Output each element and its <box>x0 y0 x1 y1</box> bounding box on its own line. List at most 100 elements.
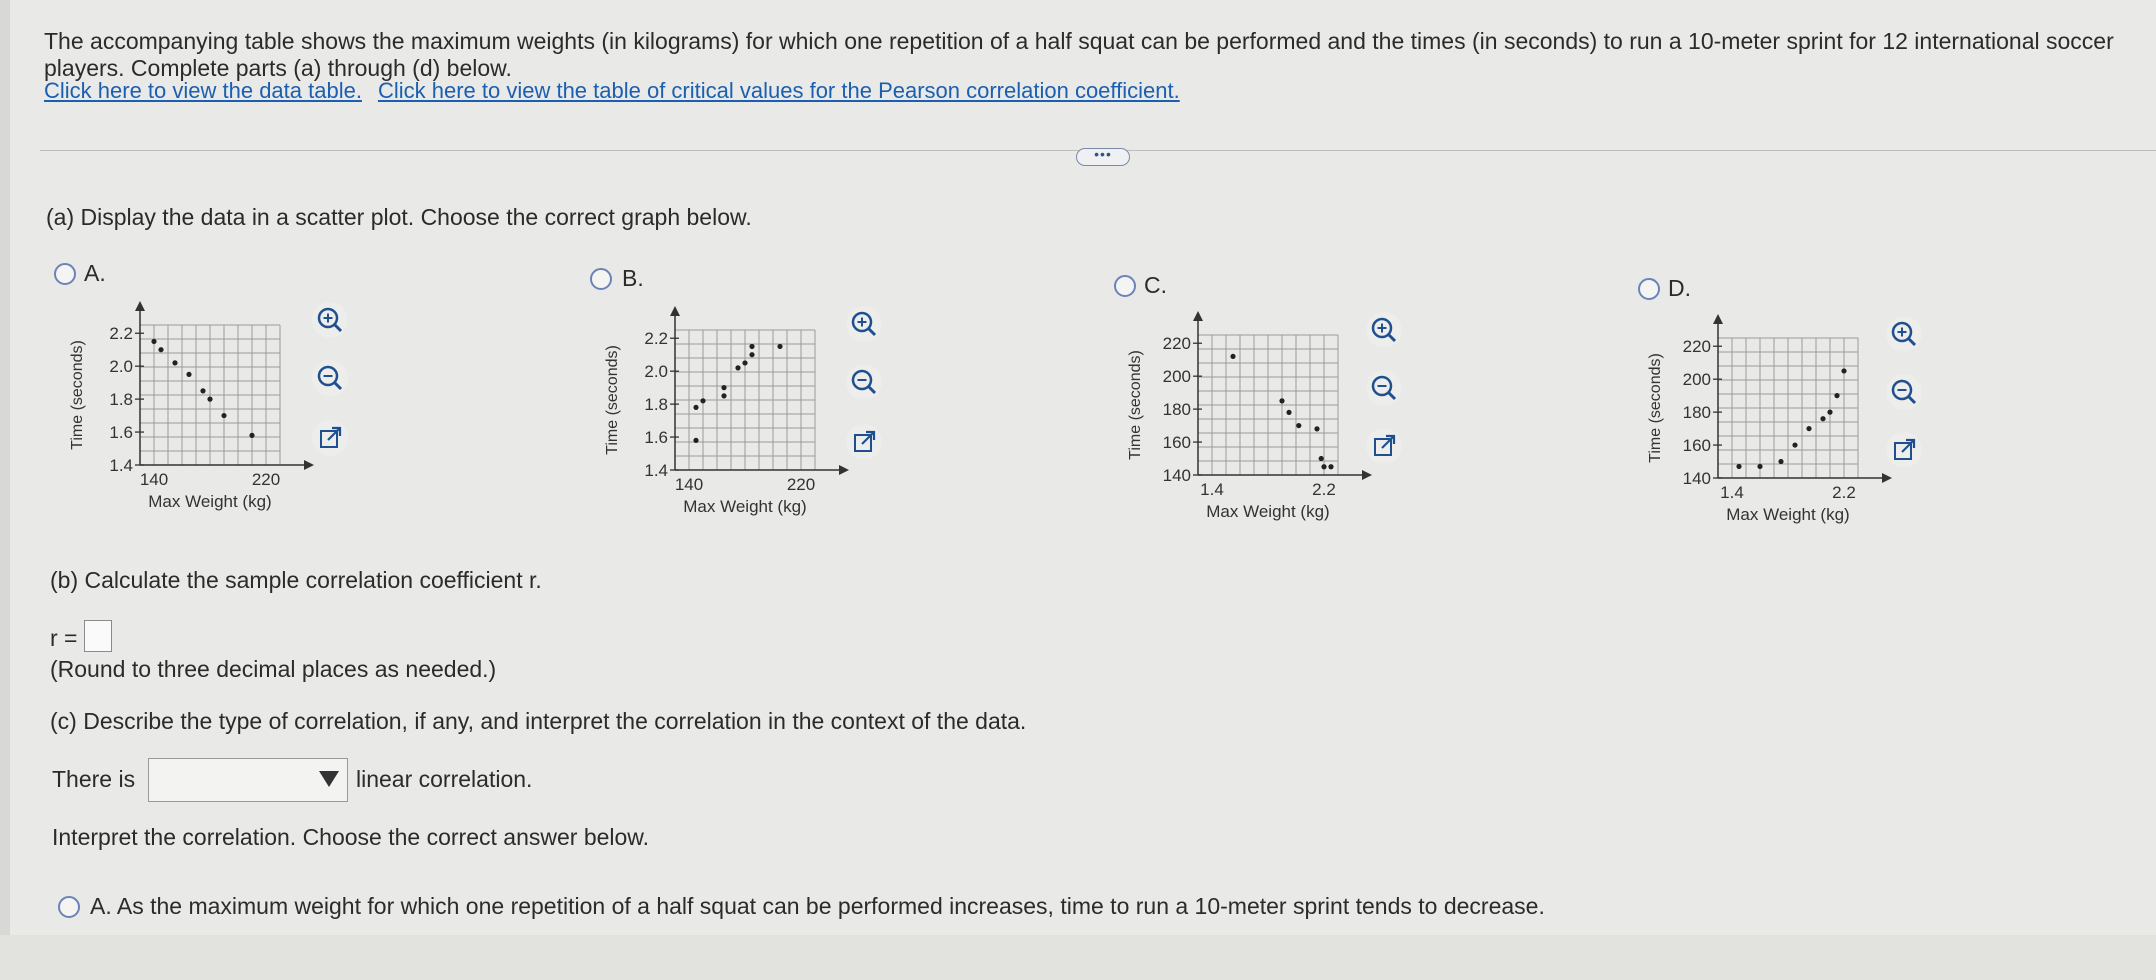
dropdown-arrow-icon <box>319 771 339 787</box>
expand-ellipsis-button[interactable]: ••• <box>1076 147 1130 166</box>
zoom-out-icon <box>1371 375 1397 401</box>
x-axis-label: Max Weight (kg) <box>683 497 806 516</box>
data-point <box>158 347 164 353</box>
option-d-scatter-plot: 140 160 180 200 220 1.4 2.2 Max Weight (kg) Time… <box>1647 314 1892 524</box>
question-links: Click here to view the data table. Click … <box>44 78 1196 104</box>
x-tick-label: 220 <box>252 470 280 489</box>
option-b-popout-button[interactable] <box>846 424 882 460</box>
interpret-option-a-text[interactable]: A. As the maximum weight for which one r… <box>90 893 1545 920</box>
option-a-zoom-out-button[interactable] <box>312 360 348 396</box>
y-tick-label: 1.6 <box>109 423 133 442</box>
y-axis-arrow <box>135 301 145 311</box>
x-axis-arrow <box>304 460 314 470</box>
data-point <box>1279 398 1285 404</box>
option-c-label: C. <box>1144 272 1167 298</box>
y-axis-arrow <box>1713 314 1723 324</box>
external-link-icon <box>1374 434 1396 456</box>
option-d-zoom-out-button[interactable] <box>1886 374 1922 410</box>
y-tick-label: 180 <box>1683 403 1711 422</box>
x-tick-label: 2.2 <box>1832 483 1856 502</box>
data-point <box>749 352 755 358</box>
zoom-in-icon <box>1371 317 1397 343</box>
zoom-out-icon <box>1891 379 1917 405</box>
option-c-scatter-plot: 140 160 180 200 220 1.4 2.2 Max Weight (kg) Time… <box>1127 311 1372 521</box>
option-b-zoom-in-button[interactable] <box>846 306 882 342</box>
option-a-scatter-plot: 1.4 1.6 1.8 2.0 2.2 140 220 Max Weight (kg) Time… <box>69 301 314 511</box>
x-axis-label: Max Weight (kg) <box>1726 505 1849 524</box>
y-tick-label: 2.2 <box>644 329 668 348</box>
y-tick-label: 140 <box>1163 466 1191 485</box>
option-c-zoom-out-button[interactable] <box>1366 370 1402 406</box>
data-point <box>151 338 157 345</box>
y-tick-label: 1.4 <box>109 456 133 475</box>
r-answer-input[interactable] <box>84 620 112 652</box>
data-point <box>1230 353 1236 360</box>
external-link-icon <box>320 426 342 448</box>
x-axis-arrow <box>839 465 849 475</box>
view-data-table-link[interactable]: Click here to view the data table. <box>44 78 362 103</box>
data-point <box>249 432 255 438</box>
correlation-type-dropdown[interactable] <box>148 758 348 802</box>
y-axis-label: Time (seconds) <box>1127 350 1144 460</box>
y-axis-label: Time (seconds) <box>604 345 621 455</box>
y-tick-label: 160 <box>1683 436 1711 455</box>
question-text: The accompanying table shows the maximum… <box>44 28 2114 81</box>
data-point <box>1286 409 1292 416</box>
part-a-prompt: (a) Display the data in a scatter plot. … <box>46 204 752 230</box>
data-point <box>749 343 755 350</box>
linear-correlation-label: linear correlation. <box>356 766 533 792</box>
x-axis-label: Max Weight (kg) <box>1206 502 1329 521</box>
data-point <box>1841 368 1847 374</box>
data-point <box>1314 426 1320 432</box>
left-edge-bar <box>0 0 10 980</box>
data-point <box>735 365 741 371</box>
x-tick-label: 2.2 <box>1312 480 1336 499</box>
option-b-zoom-out-button[interactable] <box>846 364 882 400</box>
option-a-radio[interactable] <box>54 263 76 285</box>
data-point <box>1328 464 1334 470</box>
y-tick-label: 200 <box>1163 367 1191 386</box>
data-point <box>1321 464 1327 470</box>
data-point <box>777 343 783 350</box>
option-b-scatter-plot: 1.4 1.6 1.8 2.0 2.2 140 220 Max Weight (kg) Time… <box>604 306 849 516</box>
y-tick-label: 200 <box>1683 370 1711 389</box>
option-c-zoom-in-button[interactable] <box>1366 312 1402 348</box>
y-axis-arrow <box>670 306 680 316</box>
option-c-radio[interactable] <box>1114 275 1136 297</box>
view-critical-values-link[interactable]: Click here to view the table of critical… <box>378 78 1180 103</box>
option-a-popout-button[interactable] <box>312 420 348 456</box>
option-d-radio[interactable] <box>1638 278 1660 300</box>
x-tick-label: 140 <box>675 475 703 494</box>
option-a-label: A. <box>84 260 106 286</box>
zoom-out-icon <box>851 369 877 395</box>
option-a-zoom-in-button[interactable] <box>312 302 348 338</box>
y-tick-label: 160 <box>1163 433 1191 452</box>
data-point <box>1827 409 1833 415</box>
option-d-zoom-in-button[interactable] <box>1886 316 1922 352</box>
x-axis-arrow <box>1882 473 1892 483</box>
data-point <box>200 388 206 394</box>
y-tick-label: 220 <box>1163 334 1191 353</box>
data-point <box>1834 393 1840 399</box>
x-tick-label: 1.4 <box>1200 480 1224 499</box>
data-point <box>1778 458 1784 465</box>
option-d-label: D. <box>1668 275 1691 301</box>
data-point <box>207 396 213 402</box>
rounding-note: (Round to three decimal places as needed… <box>50 656 497 682</box>
option-d-popout-button[interactable] <box>1886 432 1922 468</box>
there-is-label: There is <box>52 766 136 792</box>
data-point <box>186 371 192 378</box>
option-b-radio[interactable] <box>590 268 612 290</box>
y-tick-label: 1.8 <box>109 390 133 409</box>
data-point <box>693 404 699 411</box>
data-point <box>721 393 727 399</box>
interpret-option-a-radio[interactable] <box>58 896 80 918</box>
x-axis-label: Max Weight (kg) <box>148 492 271 511</box>
option-c-popout-button[interactable] <box>1366 428 1402 464</box>
zoom-in-icon <box>317 307 343 333</box>
y-tick-label: 2.2 <box>109 324 133 343</box>
data-point <box>172 360 178 366</box>
option-b-label: B. <box>622 265 644 291</box>
y-tick-label: 220 <box>1683 337 1711 356</box>
interpret-prompt: Interpret the correlation. Choose the co… <box>52 824 650 850</box>
